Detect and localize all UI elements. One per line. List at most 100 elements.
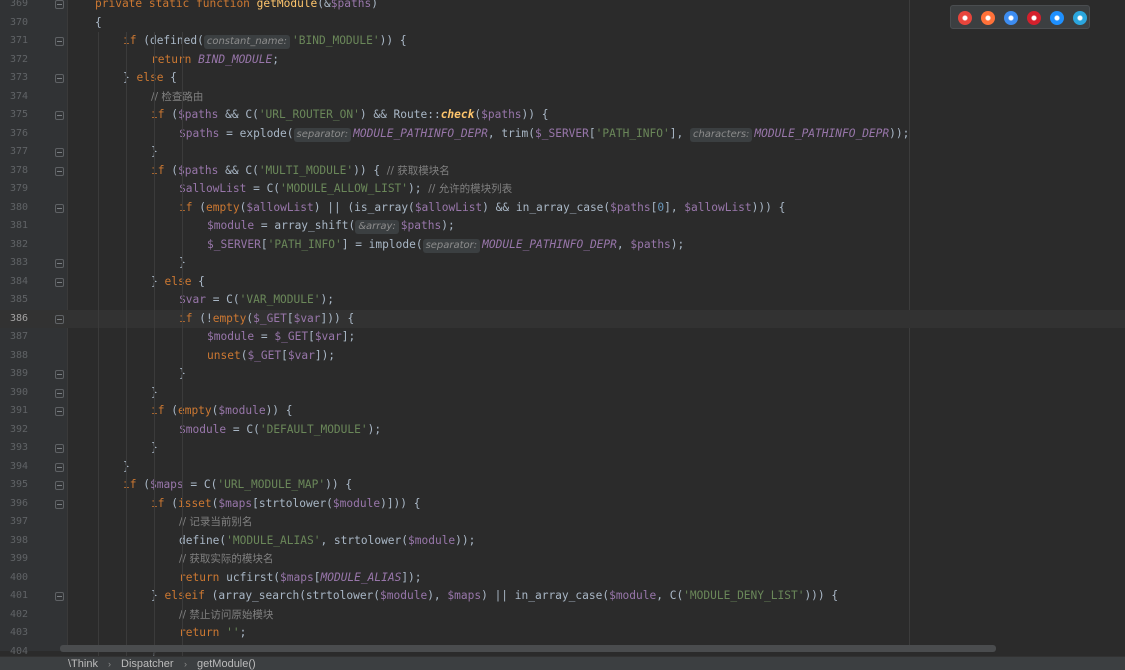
line-number: 387 [9,331,28,342]
code-line[interactable]: 385 $var = C('VAR_MODULE'); [0,291,1125,310]
code-text: if (empty($module)) { [151,404,293,417]
code-line[interactable]: 394} [0,458,1125,477]
code-line[interactable]: 390} [0,384,1125,403]
code-text: $var = C('VAR_MODULE'); [179,293,334,306]
code-line[interactable]: 377} [0,143,1125,162]
code-line[interactable]: 384 } else { [0,273,1125,292]
code-editor[interactable]: 369 private static function getModule(&$p… [0,0,1125,661]
code-line[interactable]: 374 // 检查路由 [0,88,1125,107]
code-text: // 记录当前别名 [179,516,253,528]
line-number: 401 [9,590,28,601]
breadcrumb: \Think › Dispatcher › getModule() [0,656,1125,670]
fold-toggle-icon[interactable] [55,592,64,601]
horizontal-scrollbar[interactable] [60,645,996,652]
code-line[interactable]: 375 if ($paths && C('URL_ROUTER_ON') && R… [0,106,1125,125]
fold-toggle-icon[interactable] [55,370,64,379]
line-number: 371 [9,35,28,46]
code-line[interactable]: 393} [0,439,1125,458]
code-line[interactable]: 383} [0,254,1125,273]
breadcrumb-separator: › [184,659,187,669]
edge-icon[interactable] [1073,11,1087,25]
line-number: 402 [9,608,28,620]
firefox-icon[interactable] [981,11,995,25]
code-line[interactable]: 403 return ''; [0,624,1125,643]
chrome-icon[interactable] [958,11,972,25]
line-number: 391 [9,405,28,416]
line-number: 385 [9,294,28,305]
code-text: private static function getModule(&$path… [95,0,378,10]
code-line[interactable]: 378 if ($paths && C('MULTI_MODULE')) { //… [0,162,1125,181]
fold-toggle-icon[interactable] [55,277,64,287]
code-line[interactable]: 399 // 获取实际的模块名 [0,550,1125,569]
line-number: 386 [9,312,28,324]
code-line[interactable]: 372 return BIND_MODULE; [0,51,1125,70]
code-line[interactable]: 398 define('MODULE_ALIAS', strtolower($mo… [0,532,1125,551]
browser-preview-toolbar [950,5,1090,29]
code-line[interactable]: 397 // 记录当前别名 [0,513,1125,532]
ie-icon[interactable] [1050,11,1064,25]
opera-icon[interactable] [1027,11,1041,25]
code-text: if (empty($allowList) || (is_array($allo… [179,200,786,214]
fold-toggle-icon[interactable] [55,259,64,268]
line-number: 378 [9,164,28,176]
code-line[interactable]: 387 $module = $_GET[$var]; [0,328,1125,347]
fold-toggle-icon[interactable] [55,481,64,490]
indent-guide [98,32,99,661]
fold-toggle-icon[interactable] [55,499,64,509]
fold-toggle-icon[interactable] [55,462,64,472]
code-text: } else { [151,274,205,288]
code-line[interactable]: 401} elseif (array_search(strtolower($mo… [0,587,1125,606]
breadcrumb-method[interactable]: getModule() [197,657,256,670]
code-text: if ($maps = C('URL_MODULE_MAP')) { [123,478,353,491]
code-line[interactable]: 402 // 禁止访问原始模块 [0,606,1125,625]
line-number: 389 [9,368,28,379]
code-line[interactable]: 381 $module = array_shift(&array: $paths); [0,217,1125,236]
fold-toggle-icon[interactable] [55,314,64,324]
safari-icon[interactable] [1004,11,1018,25]
line-number: 369 [9,0,28,9]
code-text: return ucfirst($maps[MODULE_ALIAS]); [179,570,422,584]
fold-toggle-icon[interactable] [55,0,64,9]
code-line[interactable]: 396 if (isset($maps[strtolower($module)])… [0,495,1125,514]
code-line[interactable]: 391 if (empty($module)) { [0,402,1125,421]
code-text: define('MODULE_ALIAS', strtolower($modul… [179,533,476,547]
code-line[interactable]: 380 if (empty($allowList) || (is_array($a… [0,199,1125,218]
code-line[interactable]: 392 $module = C('DEFAULT_MODULE'); [0,421,1125,440]
breadcrumb-class[interactable]: Dispatcher [121,657,174,670]
line-number: 394 [9,460,28,472]
code-line[interactable]: 379 $allowList = C('MODULE_ALLOW_LIST'); … [0,180,1125,199]
breadcrumb-separator: › [108,659,111,669]
code-line[interactable]: 382 $_SERVER['PATH_INFO'] = implode(separ… [0,236,1125,255]
code-text: { [95,15,102,29]
fold-toggle-icon[interactable] [55,166,64,176]
line-number: 382 [9,238,28,250]
code-line[interactable]: 376 $paths = explode(separator: MODULE_PAT… [0,125,1125,144]
code-line[interactable]: 400 return ucfirst($maps[MODULE_ALIAS]); [0,569,1125,588]
fold-toggle-icon[interactable] [55,388,64,398]
code-text: if (defined(constant_name: 'BIND_MODULE')… [123,34,407,49]
code-text: // 获取实际的模块名 [179,553,274,565]
code-text: // 禁止访问原始模块 [179,608,274,621]
line-number: 390 [9,386,28,398]
fold-toggle-icon[interactable] [55,37,64,46]
code-line[interactable]: 389} [0,365,1125,384]
fold-toggle-icon[interactable] [55,111,64,120]
code-text: if (!empty($_GET[$var])) { [179,311,355,325]
fold-toggle-icon[interactable] [55,444,64,453]
line-number: 399 [9,553,28,564]
line-number: 374 [9,90,28,102]
line-number: 370 [9,16,28,28]
code-line[interactable]: 386 if (!empty($_GET[$var])) { [0,309,1125,328]
code-line[interactable]: 371 if (defined(constant_name: 'BIND_MODUL… [0,32,1125,51]
fold-toggle-icon[interactable] [55,407,64,416]
fold-toggle-icon[interactable] [55,74,64,83]
code-line[interactable]: 373} else { [0,69,1125,88]
code-line[interactable]: 388 unset($_GET[$var]); [0,347,1125,366]
line-number: 384 [9,275,28,287]
code-line[interactable]: 395 if ($maps = C('URL_MODULE_MAP')) { [0,476,1125,495]
line-number: 377 [9,146,28,157]
code-text: $allowList = C('MODULE_ALLOW_LIST'); // … [179,182,513,195]
fold-toggle-icon[interactable] [55,203,64,213]
breadcrumb-namespace[interactable]: \Think [68,657,98,670]
fold-toggle-icon[interactable] [55,148,64,157]
